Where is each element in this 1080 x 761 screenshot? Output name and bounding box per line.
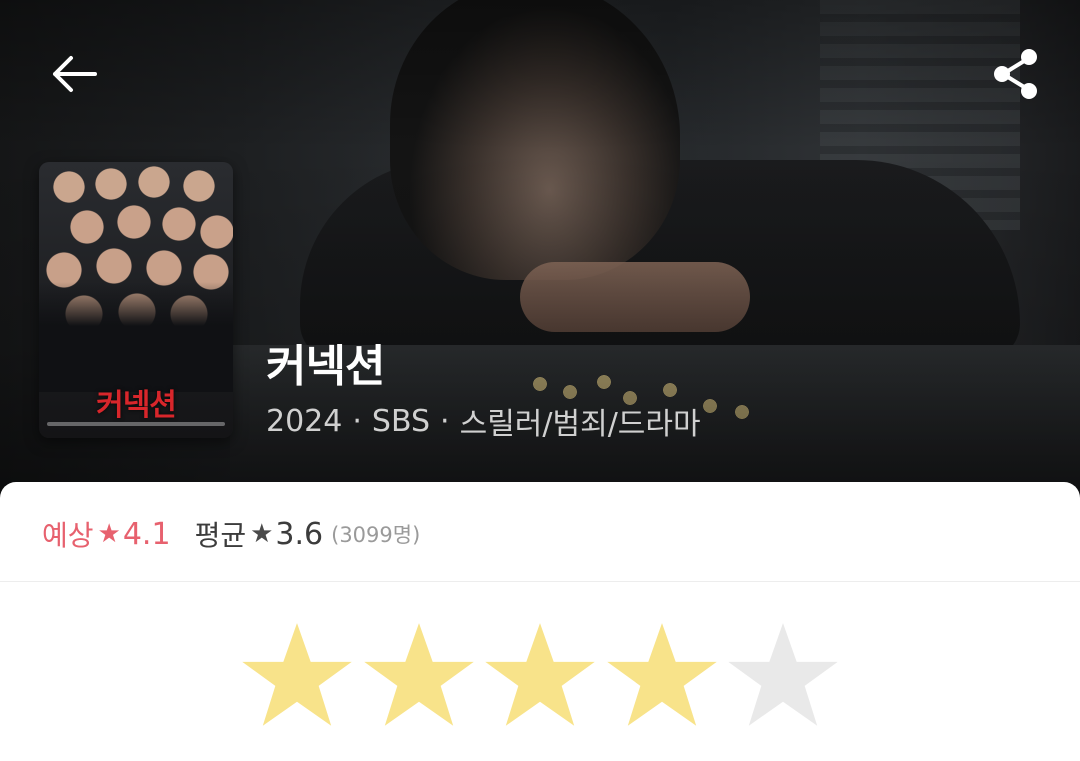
star-filled-icon[interactable] (483, 619, 597, 731)
average-rating-label: 평균 (194, 519, 247, 552)
poster-cast-bodies (39, 282, 233, 392)
rating-summary: 예상 ★ 4.1 평균 ★ 3.6 (3099명) (42, 512, 420, 556)
expected-rating-label: 예상 (42, 519, 94, 552)
poster-title-logo: 커넥션 (96, 388, 177, 423)
meta-genre: 스릴러/범죄/드라마 (459, 407, 701, 442)
content-detail-page: 커넥션 커넥션 2024 · SBS · 스릴러/범죄/드라마 예상 ★ 4.1… (0, 0, 1080, 761)
expected-star-icon: ★ (97, 519, 121, 549)
meta-year: 2024 (266, 403, 343, 439)
meta-separator: · (352, 403, 362, 439)
star-filled-icon[interactable] (240, 619, 354, 731)
star-filled-icon[interactable] (362, 619, 476, 731)
poster-caption-line (47, 422, 225, 426)
star-empty-icon[interactable] (726, 619, 840, 731)
average-star-icon: ★ (250, 519, 274, 549)
expected-rating-value: 4.1 (122, 516, 171, 552)
page-title: 커넥션 (266, 341, 385, 392)
meta-network: SBS (371, 403, 431, 439)
poster-image[interactable]: 커넥션 (39, 162, 233, 438)
user-star-rating[interactable] (240, 618, 840, 732)
share-icon (994, 49, 1037, 99)
meta-separator: · (440, 403, 450, 439)
section-divider (0, 581, 1080, 582)
star-filled-icon[interactable] (605, 619, 719, 731)
back-button[interactable] (42, 42, 106, 106)
share-button[interactable] (984, 42, 1048, 106)
arrow-left-icon (53, 56, 97, 92)
rating-count: (3099명) (331, 523, 421, 547)
average-rating-value: 3.6 (275, 516, 324, 552)
content-meta: 2024 · SBS · 스릴러/범죄/드라마 (266, 399, 701, 443)
